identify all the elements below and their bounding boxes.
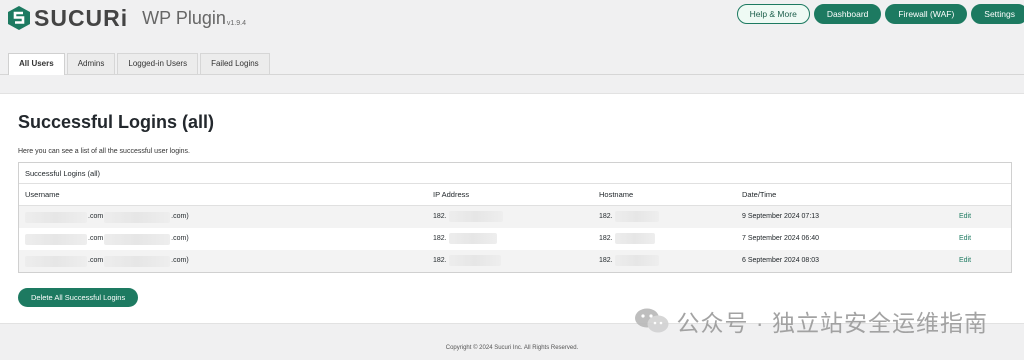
user-tabs: All Users Admins Logged-in Users Failed … xyxy=(8,53,272,75)
username-part-2: .com) xyxy=(171,235,189,242)
username-part-2: .com) xyxy=(171,213,189,220)
tab-failed-logins[interactable]: Failed Logins xyxy=(200,53,270,74)
top-navigation: Help & More Dashboard Firewall (WAF) Set… xyxy=(736,4,1024,24)
wechat-watermark: 公众号 · 独立站安全运维指南 xyxy=(633,304,988,338)
edit-link[interactable]: Edit xyxy=(959,206,971,228)
table-header: Username IP Address Hostname Date/Time xyxy=(19,184,1011,206)
column-datetime: Date/Time xyxy=(742,190,777,199)
table-row: .com .com) 182. 182. 7 September 2024 06… xyxy=(19,228,1011,250)
dashboard-button[interactable]: Dashboard xyxy=(813,4,882,24)
edit-link[interactable]: Edit xyxy=(959,228,971,250)
sucuri-logo-icon xyxy=(8,6,30,30)
tab-logged-in-users[interactable]: Logged-in Users xyxy=(117,53,199,74)
datetime-cell: 7 September 2024 06:40 xyxy=(742,235,820,242)
tab-admins[interactable]: Admins xyxy=(66,53,116,74)
redacted-block xyxy=(104,211,171,223)
firewall-button[interactable]: Firewall (WAF) xyxy=(885,4,968,24)
brand-product: WP Plugin xyxy=(142,8,226,28)
wechat-icon xyxy=(634,308,669,333)
watermark-text: 公众号 · 独立站安全运维指南 xyxy=(676,310,988,336)
username-part-2: .com) xyxy=(171,257,189,264)
main-panel: Successful Logins (all) Here you can see… xyxy=(0,93,1024,324)
ip-cell: 182. xyxy=(433,250,501,272)
logins-table: Successful Logins (all) Username IP Addr… xyxy=(18,162,1012,273)
column-username: Username xyxy=(25,190,60,199)
redacted-block xyxy=(25,255,87,267)
username-part-1: .com xyxy=(88,213,104,220)
column-ip: IP Address xyxy=(433,190,470,199)
hostname-cell: 182. xyxy=(599,228,655,250)
delete-all-logins-button[interactable]: Delete All Successful Logins xyxy=(18,288,139,307)
username-cell: .com .com) xyxy=(25,228,190,250)
table-row: .com .com) 182. 182. 9 September 2024 07… xyxy=(19,206,1011,228)
redacted-block xyxy=(25,233,87,245)
column-hostname: Hostname xyxy=(599,190,634,199)
hostname-cell: 182. xyxy=(599,206,659,228)
sucuri-logo: SUCURi WP Plugin v1.9.4 xyxy=(7,5,246,32)
brand-version: v1.9.4 xyxy=(226,20,246,27)
username-part-1: .com xyxy=(88,257,104,264)
help-button[interactable]: Help & More xyxy=(736,4,810,24)
ip-cell: 182. xyxy=(433,206,503,228)
edit-link[interactable]: Edit xyxy=(959,250,971,272)
datetime-cell: 6 September 2024 08:03 xyxy=(742,257,820,264)
table-row: .com .com) 182. 182. 6 September 2024 08… xyxy=(19,250,1011,272)
username-cell: .com .com) xyxy=(25,206,190,228)
copyright-footer: Copyright © 2024 Sucuri Inc. All Rights … xyxy=(445,345,579,351)
settings-button[interactable]: Settings xyxy=(971,4,1024,24)
page-title: Successful Logins (all) xyxy=(18,112,215,132)
brand-name: SUCURi xyxy=(34,5,129,31)
username-cell: .com .com) xyxy=(25,250,190,272)
tab-all-users[interactable]: All Users xyxy=(8,53,65,75)
username-part-1: .com xyxy=(88,235,104,242)
redacted-block xyxy=(25,211,87,223)
hostname-cell: 182. xyxy=(599,250,659,272)
redacted-block xyxy=(104,233,171,245)
ip-cell: 182. xyxy=(433,228,497,250)
redacted-block xyxy=(104,255,171,267)
table-caption: Successful Logins (all) xyxy=(19,163,1011,184)
page-description: Here you can see a list of all the succe… xyxy=(18,148,190,155)
datetime-cell: 9 September 2024 07:13 xyxy=(742,213,820,220)
